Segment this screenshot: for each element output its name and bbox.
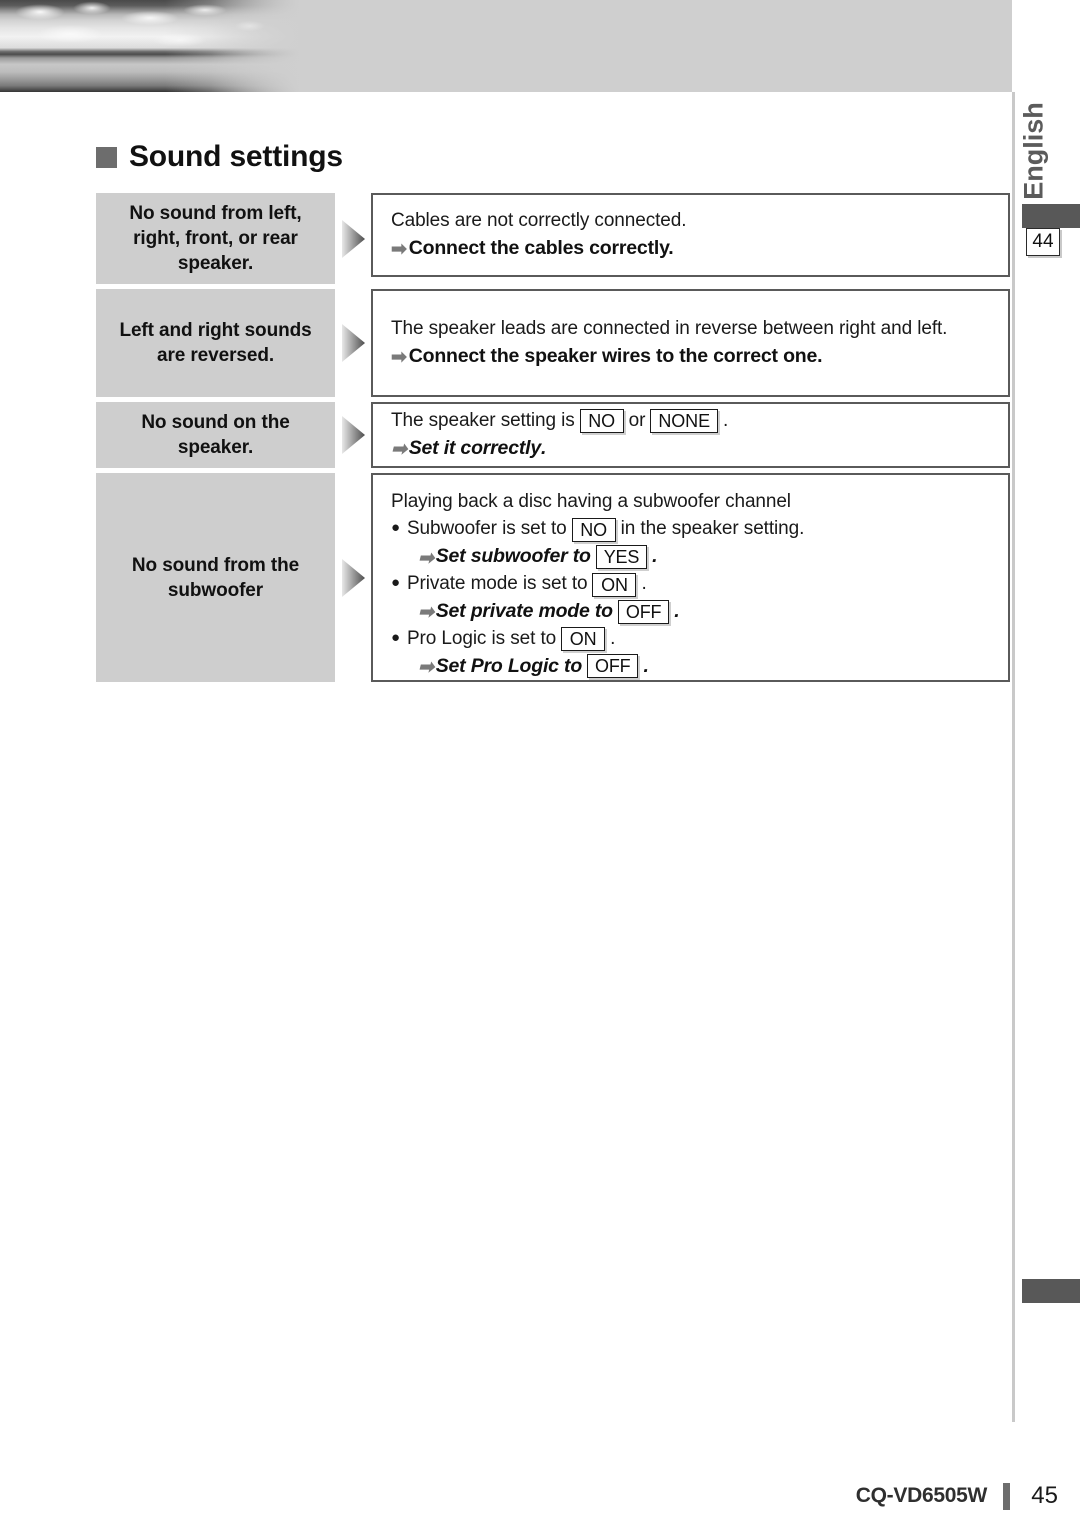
action-arrow-icon: ➡ xyxy=(391,238,407,260)
page-reference-badge[interactable]: 44 xyxy=(1026,228,1060,256)
table-row: Left and right sounds are reversed. The … xyxy=(96,289,1010,398)
cause-text: The speaker leads are connected in rever… xyxy=(391,317,948,339)
banner-gradient-fade xyxy=(0,0,340,92)
symptom-text: No sound from the subwoofer xyxy=(131,554,300,601)
page-title-text: Sound settings xyxy=(129,140,343,173)
table-row: No sound on the speaker. The speaker set… xyxy=(96,402,1010,469)
language-tab-label: English xyxy=(1018,102,1049,200)
action-line: ➡ Connect the speaker wires to the corre… xyxy=(391,343,990,371)
bullet-icon: ● xyxy=(391,574,400,592)
action-text-pre: Set Pro Logic to xyxy=(435,654,583,677)
action-text-pre: Set subwoofer to xyxy=(435,545,591,568)
detail-cell: The speaker leads are connected in rever… xyxy=(371,289,1010,398)
cause-text-pre: The speaker setting is xyxy=(391,409,575,431)
table-row: No sound from the subwoofer Playing back… xyxy=(96,473,1010,683)
right-margin-rule xyxy=(1012,92,1015,1422)
cause-line: The speaker setting is NO or NONE . xyxy=(391,408,990,435)
symptom-cell: No sound on the speaker. xyxy=(96,402,335,469)
cause-text: Cables are not correctly connected. xyxy=(391,209,687,231)
cause-text-post: in the speaker setting. xyxy=(620,518,805,540)
action-text-post: . xyxy=(674,599,680,622)
footer-divider-bar xyxy=(1003,1482,1010,1510)
cause-text-post: . xyxy=(641,573,647,595)
cause-text-pre: Pro Logic is set to xyxy=(406,627,557,649)
setting-value-current: ON xyxy=(592,572,637,597)
action-line: ➡ Set subwoofer to YES . xyxy=(391,543,990,571)
action-arrow-icon: ➡ xyxy=(418,547,434,569)
triangle-right-icon xyxy=(341,558,365,597)
symptom-cell: Left and right sounds are reversed. xyxy=(96,289,335,398)
cause-line: ● Pro Logic is set to ON . xyxy=(391,626,990,653)
setting-value-target: OFF xyxy=(617,599,670,624)
setting-value-none: NONE xyxy=(650,409,718,434)
setting-value-no: NO xyxy=(579,409,624,434)
bullet-icon: ● xyxy=(391,519,400,537)
page-footer: CQ-VD6505W 45 xyxy=(0,1476,1080,1516)
setting-value-current: NO xyxy=(571,517,616,542)
troubleshooting-table: No sound from left, right, front, or rea… xyxy=(96,193,1010,683)
symptom-text: No sound on the speaker. xyxy=(141,412,290,459)
setting-value-target: YES xyxy=(595,545,648,570)
flow-arrow-cell xyxy=(335,402,371,468)
flow-arrow-cell xyxy=(335,473,371,682)
table-row: No sound from left, right, front, or rea… xyxy=(96,193,1010,285)
flow-arrow-cell xyxy=(335,289,371,397)
language-tab: English xyxy=(1018,98,1050,204)
action-text: Connect the cables correctly. xyxy=(408,236,674,259)
detail-cell: Cables are not correctly connected. ➡ Co… xyxy=(371,193,1010,277)
cause-text-mid: or xyxy=(628,409,646,431)
symptom-text: No sound from left, right, front, or rea… xyxy=(129,203,302,275)
cause-line: ● Subwoofer is set to NO in the speaker … xyxy=(391,516,990,543)
action-text-post: . xyxy=(643,654,649,677)
action-text-post: . xyxy=(652,545,658,568)
side-mark-top xyxy=(1022,204,1080,228)
flow-arrow-cell xyxy=(335,193,371,284)
triangle-right-icon xyxy=(341,324,365,363)
action-line: ➡ Set private mode to OFF . xyxy=(391,598,990,626)
header-banner xyxy=(0,0,1012,92)
cause-text-pre: Subwoofer is set to xyxy=(406,518,567,540)
model-number: CQ-VD6505W xyxy=(855,1484,988,1507)
triangle-right-icon xyxy=(341,416,365,455)
action-line: ➡ Set it correctly . xyxy=(391,435,990,463)
action-arrow-icon: ➡ xyxy=(391,439,407,461)
action-text: Connect the speaker wires to the correct… xyxy=(408,344,823,367)
side-mark-bottom xyxy=(1022,1279,1080,1303)
symptom-cell: No sound from left, right, front, or rea… xyxy=(96,193,335,285)
symptom-text: Left and right sounds are reversed. xyxy=(119,320,312,367)
action-line: ➡ Set Pro Logic to OFF . xyxy=(391,653,990,681)
symptom-cell: No sound from the subwoofer xyxy=(96,473,335,683)
page-number: 45 xyxy=(1031,1482,1058,1509)
action-line: ➡ Connect the cables correctly. xyxy=(391,235,990,263)
triangle-right-icon xyxy=(341,219,365,258)
action-arrow-icon: ➡ xyxy=(418,602,434,624)
cause-line: ● Private mode is set to ON . xyxy=(391,571,990,598)
action-text: Set it correctly xyxy=(408,436,542,459)
cause-text-post: . xyxy=(610,627,616,649)
setting-value-current: ON xyxy=(561,627,606,652)
setting-value-target: OFF xyxy=(587,654,639,679)
cause-text-pre: Private mode is set to xyxy=(406,573,588,595)
subwoofer-intro-text: Playing back a disc having a subwoofer c… xyxy=(391,491,791,513)
detail-cell: The speaker setting is NO or NONE . ➡ Se… xyxy=(371,402,1010,469)
filled-square-icon xyxy=(96,146,117,168)
action-text-pre: Set private mode to xyxy=(435,599,613,622)
action-arrow-icon: ➡ xyxy=(418,656,434,678)
bullet-icon: ● xyxy=(391,628,400,646)
action-text-post: . xyxy=(541,436,547,459)
detail-cell: Playing back a disc having a subwoofer c… xyxy=(371,473,1010,683)
page-title: Sound settings xyxy=(96,140,343,174)
cause-text-post: . xyxy=(722,409,729,431)
action-arrow-icon: ➡ xyxy=(391,347,407,369)
